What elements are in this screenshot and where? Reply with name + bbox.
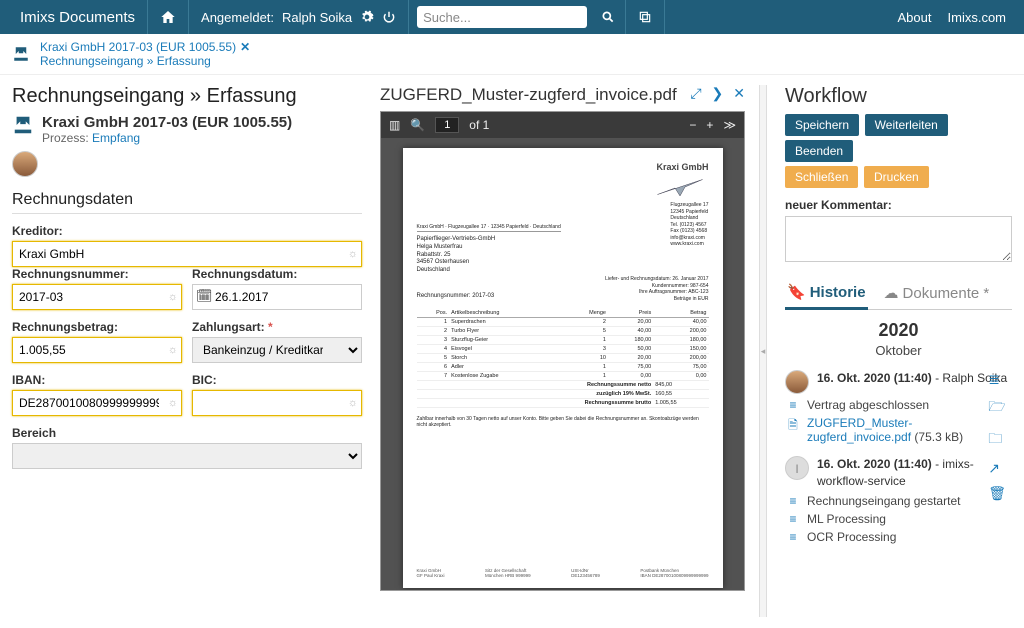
end-button[interactable]: Beenden — [785, 140, 853, 162]
history-item: ≡ML Processing — [785, 512, 1012, 526]
history-item: ≡Vertrag abgeschlossen — [785, 398, 1012, 412]
history-entry: I16. Okt. 2020 (11:40) - imixs-workflow-… — [785, 456, 1012, 490]
brand: Imixs Documents — [8, 0, 148, 34]
avatar: I — [785, 456, 809, 480]
invoice-number-input[interactable] — [12, 284, 182, 310]
page-title: Rechnungseingang » Erfassung — [12, 85, 362, 108]
pdf-filename: ZUGFERD_Muster-zugferd_invoice.pdf ⤢ ❯ ✕ — [380, 85, 745, 105]
pdf-search-icon[interactable]: 🔍 — [410, 118, 425, 132]
invoice-date-input[interactable] — [192, 284, 362, 310]
workflow-title: Workflow — [785, 85, 1012, 108]
about-link[interactable]: About — [898, 10, 932, 25]
payment-select[interactable]: Bankeinzug / Kreditkarte — [192, 337, 362, 363]
close-button[interactable]: Schließen — [785, 166, 858, 188]
power-icon[interactable] — [382, 10, 396, 24]
forward-button[interactable]: Weiterleiten — [865, 114, 948, 136]
search-input[interactable]: Suche... — [417, 6, 587, 28]
login-info: Angemeldet: Ralph Soika — [189, 0, 409, 34]
zoom-in-icon[interactable]: + — [706, 118, 713, 132]
history-item: ≡Rechnungseingang gestartet — [785, 494, 1012, 508]
bulb-icon: ☼ — [348, 248, 358, 260]
close-pdf-icon[interactable]: ✕ — [733, 85, 745, 102]
history-item: ≡OCR Processing — [785, 530, 1012, 544]
print-button[interactable]: Drucken — [864, 166, 929, 188]
history-entry: 16. Okt. 2020 (11:40) - Ralph Soika — [785, 370, 1012, 394]
topbar: Imixs Documents Angemeldet: Ralph Soika … — [0, 0, 1024, 34]
avatar — [12, 151, 38, 177]
folder-open-icon[interactable]: 🗁 — [988, 396, 1006, 420]
gear-icon[interactable] — [360, 10, 374, 24]
process-link[interactable]: Empfang — [92, 131, 140, 145]
bulb-icon: ☼ — [168, 344, 178, 356]
avatar — [785, 370, 809, 394]
folder-icon[interactable]: 🗀 — [988, 428, 1006, 452]
doc-title: Kraxi GmbH 2017-03 (EUR 1005.55) — [42, 114, 292, 131]
bulb-icon: ☼ — [168, 291, 178, 303]
history-link[interactable]: ZUGFERD_Muster-zugferd_invoice.pdf — [807, 416, 912, 444]
list-icon[interactable]: ≣ — [988, 371, 1006, 388]
bereich-select[interactable] — [12, 443, 362, 469]
history-tool-icons: ≣ 🗁 🗀 ↗ 🗑 — [988, 371, 1006, 502]
bulb-icon: ☼ — [168, 397, 178, 409]
trash-icon[interactable]: 🗑 — [988, 485, 1006, 502]
history-year: 2020 — [785, 320, 1012, 341]
splitter[interactable]: ◂ — [759, 85, 767, 617]
inbox-icon — [12, 114, 34, 136]
home-icon[interactable] — [148, 0, 189, 34]
calendar-icon: 🗓 — [196, 288, 213, 304]
bic-input[interactable] — [192, 390, 362, 416]
kreditor-input[interactable] — [12, 241, 362, 267]
page-input[interactable] — [435, 117, 459, 133]
close-icon[interactable]: ✕ — [240, 40, 250, 54]
section-header: Rechnungsdaten — [12, 191, 362, 214]
tab-history[interactable]: 🔖Historie — [785, 277, 868, 310]
pdf-viewer: ▥ 🔍 of 1 − + ≫ Kraxi GmbH Flugzeugallee … — [380, 111, 745, 591]
breadcrumb-path[interactable]: Rechnungseingang » Erfassung — [40, 54, 211, 68]
comment-input[interactable] — [785, 216, 1012, 262]
iban-input[interactable] — [12, 390, 182, 416]
save-button[interactable]: Speichern — [785, 114, 859, 136]
sidebar-toggle-icon[interactable]: ▥ — [389, 118, 400, 132]
share-icon[interactable]: ↗ — [988, 460, 1006, 477]
search-icon[interactable] — [591, 0, 626, 34]
tab-documents[interactable]: ☁Dokumente * — [882, 277, 992, 309]
popout-icon[interactable]: ❯ — [712, 85, 724, 102]
pdf-page-content: Kraxi GmbH Flugzeugallee 1712345 Papierf… — [403, 148, 723, 588]
site-link[interactable]: Imixs.com — [948, 10, 1007, 25]
pdf-menu-icon[interactable]: ≫ — [723, 118, 736, 132]
expand-icon[interactable]: ⤢ — [690, 85, 701, 102]
amount-input[interactable] — [12, 337, 182, 363]
inbox-icon — [12, 45, 30, 63]
breadcrumb-bar: Kraxi GmbH 2017-03 (EUR 1005.55) ✕ Rechnu… — [0, 34, 1024, 75]
breadcrumb-doc[interactable]: Kraxi GmbH 2017-03 (EUR 1005.55) — [40, 40, 236, 54]
bulb-icon: ☼ — [348, 397, 358, 409]
copy-icon[interactable] — [626, 0, 665, 34]
history-item: 🗎ZUGFERD_Muster-zugferd_invoice.pdf (75.… — [785, 416, 1012, 444]
zoom-out-icon[interactable]: − — [689, 118, 696, 132]
history-month: Oktober — [785, 343, 1012, 358]
